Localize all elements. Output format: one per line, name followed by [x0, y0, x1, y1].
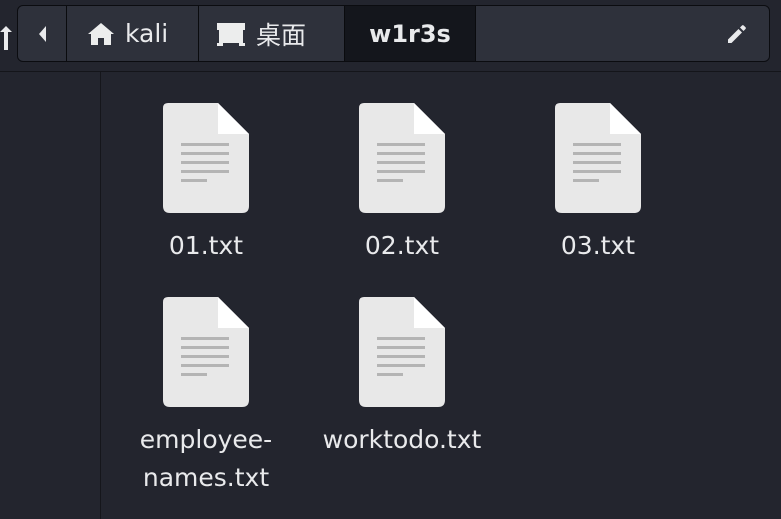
breadcrumb-home[interactable]: kali [67, 6, 199, 61]
file-grid: 01.txt 02.txt 03.txt employee- names.txt… [101, 72, 781, 519]
file-name: 03.txt [560, 231, 636, 260]
desktop-folder-icon [216, 22, 246, 46]
file-name: worktodo.txt [322, 425, 482, 454]
breadcrumb-desktop-label: 桌面 [256, 20, 307, 50]
sidebar [0, 72, 101, 519]
header-bar: kali 桌面 w1r3s [0, 0, 781, 72]
text-file-icon [555, 103, 641, 213]
file-item[interactable]: 02.txt [304, 103, 500, 265]
breadcrumb-desktop[interactable]: 桌面 [199, 6, 345, 61]
chevron-left-icon [39, 25, 46, 42]
file-item[interactable]: employee- names.txt [108, 297, 304, 497]
go-up-icon[interactable] [0, 22, 12, 50]
home-icon [87, 21, 115, 47]
file-item[interactable]: 01.txt [108, 103, 304, 265]
breadcrumb-home-label: kali [125, 19, 169, 48]
file-name-line: names.txt [142, 463, 270, 492]
file-manager-window: kali 桌面 w1r3s 01.txt 02.txt 03.txt emplo… [0, 0, 781, 519]
path-bar: kali 桌面 w1r3s [17, 5, 770, 62]
file-name-line: employee- [139, 425, 273, 454]
file-name: 02.txt [364, 231, 440, 260]
text-file-icon [163, 297, 249, 407]
pencil-icon [728, 25, 746, 43]
file-name: 01.txt [168, 231, 244, 260]
file-name: employee- names.txt [108, 421, 304, 497]
back-button[interactable] [18, 6, 67, 61]
file-item[interactable]: worktodo.txt [304, 297, 500, 459]
text-file-icon [163, 103, 249, 213]
breadcrumb-current-label: w1r3s [369, 19, 451, 48]
text-file-icon [359, 297, 445, 407]
edit-location-button[interactable] [725, 22, 749, 46]
text-file-icon [359, 103, 445, 213]
breadcrumb-current[interactable]: w1r3s [345, 6, 476, 61]
file-item[interactable]: 03.txt [500, 103, 696, 265]
